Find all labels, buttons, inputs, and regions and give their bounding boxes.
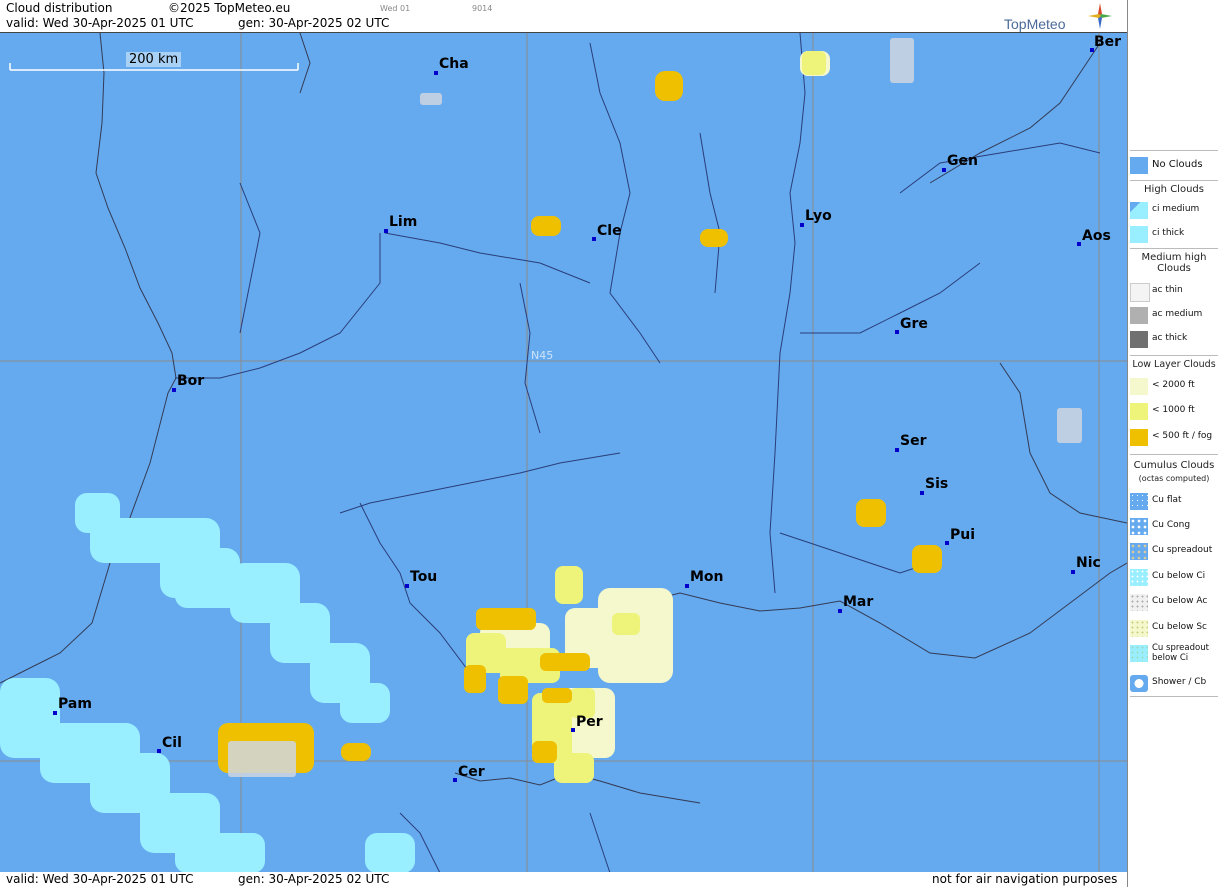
low-500-label: < 500 ft / fog <box>1152 431 1213 441</box>
ac-thick-swatch <box>1130 331 1148 348</box>
legend-cu-below-ci: Cu below Ci <box>1128 566 1219 588</box>
city-label-lyo: Lyo <box>805 208 832 224</box>
ci-medium-swatch <box>1130 202 1148 219</box>
cu-below-sc-swatch <box>1130 620 1148 637</box>
gen-time: gen: 30-Apr-2025 02 UTC <box>238 16 390 30</box>
footer-gen: gen: 30-Apr-2025 02 UTC <box>238 872 390 886</box>
city-label-pam: Pam <box>58 696 92 712</box>
city-label-tou: Tou <box>410 569 438 585</box>
legend-low-500: < 500 ft / fog <box>1128 426 1219 448</box>
low-500-swatch <box>1130 429 1148 446</box>
cu-flat-swatch <box>1130 493 1148 510</box>
ci-thick-label: ci thick <box>1152 228 1185 238</box>
cu-below-ci-swatch <box>1130 569 1148 586</box>
legend-medium-title: Medium high Clouds <box>1141 252 1207 274</box>
city-label-mar: Mar <box>843 594 874 610</box>
legend-low-1000: < 1000 ft <box>1128 400 1219 422</box>
city-label-bor: Bor <box>177 373 205 389</box>
cu-cong-label: Cu Cong <box>1152 520 1191 530</box>
city-label-gen: Gen <box>947 153 978 169</box>
city-label-lim: Lim <box>389 214 418 230</box>
code-label: 9014 <box>472 4 493 13</box>
legend-ac-medium: ac medium <box>1128 304 1219 326</box>
legend-cu-title: Cumulus Clouds <box>1133 460 1215 471</box>
map-title: Cloud distribution <box>6 1 113 15</box>
map-header: Cloud distribution ©2025 TopMeteo.eu val… <box>0 0 1127 32</box>
low-1000-label: < 1000 ft <box>1152 405 1195 415</box>
valid-time: valid: Wed 30-Apr-2025 01 UTC <box>6 16 194 30</box>
ac-thick-label: ac thick <box>1152 333 1188 343</box>
scale-label: 200 km <box>126 52 182 67</box>
legend-cu-flat: Cu flat <box>1128 490 1219 512</box>
ci-medium-label: ci medium <box>1152 204 1200 214</box>
legend-no-clouds: No Clouds <box>1128 154 1219 176</box>
coastlines <box>0 33 1127 804</box>
ac-medium-swatch <box>1130 307 1148 324</box>
topmeteo-logo: TopMeteo <box>1001 2 1121 32</box>
cirrus-clouds <box>0 493 415 873</box>
compass-icon <box>1088 3 1112 29</box>
shower-cb-icon <box>1130 675 1148 692</box>
city-label-cle: Cle <box>597 223 622 239</box>
city-label-ber: Ber <box>1094 34 1122 50</box>
city-label-sis: Sis <box>925 476 949 492</box>
legend-panel: No Clouds High Clouds ci medium ci thick… <box>1127 0 1219 887</box>
city-label-per: Per <box>576 714 603 730</box>
map-footer: valid: Wed 30-Apr-2025 01 UTC gen: 30-Ap… <box>0 872 1127 887</box>
cu-cong-swatch <box>1130 518 1148 535</box>
legend-cu-cong: Cu Cong <box>1128 515 1219 537</box>
low-2000-label: < 2000 ft <box>1152 380 1195 390</box>
legend-low-2000: < 2000 ft <box>1128 375 1219 397</box>
low-1000-swatch <box>1130 403 1148 420</box>
footer-valid: valid: Wed 30-Apr-2025 01 UTC <box>6 872 194 886</box>
cu-below-sc-label: Cu below Sc <box>1152 622 1207 632</box>
latitude-label: N45 <box>531 349 554 362</box>
logo-text: TopMeteo <box>1004 16 1066 32</box>
cu-spread-ci-label: Cu spreadout below Ci <box>1152 643 1209 663</box>
ac-thin-label: ac thin <box>1152 285 1183 295</box>
cu-below-ac-label: Cu below Ac <box>1152 596 1208 606</box>
cu-below-ac-swatch <box>1130 594 1148 611</box>
legend-ci-medium: ci medium <box>1128 199 1219 221</box>
city-label-cil: Cil <box>162 735 182 751</box>
legend-cu-spread-ci: Cu spreadout below Ci <box>1128 642 1219 670</box>
cu-spread-swatch <box>1130 543 1148 560</box>
city-label-cha: Cha <box>439 56 469 72</box>
cu-spread-label: Cu spreadout <box>1152 545 1213 555</box>
ac-thin-swatch <box>1130 283 1150 302</box>
city-label-mon: Mon <box>690 569 724 585</box>
legend-ci-thick: ci thick <box>1128 223 1219 245</box>
legend-cu-below-sc: Cu below Sc <box>1128 617 1219 639</box>
legend-ac-thick: ac thick <box>1128 328 1219 350</box>
city-label-gre: Gre <box>900 316 928 332</box>
no-clouds-label: No Clouds <box>1152 159 1203 170</box>
footer-disclaimer: not for air navigation purposes <box>932 872 1118 886</box>
ci-thick-swatch <box>1130 226 1148 243</box>
city-label-pui: Pui <box>950 527 976 543</box>
ac-medium-label: ac medium <box>1152 309 1203 319</box>
no-clouds-swatch <box>1130 157 1148 174</box>
legend-ac-thin: ac thin <box>1128 280 1219 302</box>
cloud-map[interactable]: 200 km N45 Cha Ber Gen Lim Cle Lyo Aos G… <box>0 32 1127 873</box>
copyright: ©2025 TopMeteo.eu <box>168 1 291 15</box>
cu-below-ci-label: Cu below Ci <box>1152 571 1206 581</box>
legend-low-title: Low Layer Clouds <box>1132 359 1216 370</box>
shower-label: Shower / Cb <box>1152 677 1207 687</box>
city-label-aos: Aos <box>1082 228 1111 244</box>
city-label-nic: Nic <box>1076 555 1101 571</box>
legend-high-title: High Clouds <box>1144 184 1204 195</box>
run-label: Wed 01 <box>380 4 411 13</box>
legend-cu-subtitle: (octas computed) <box>1138 474 1210 483</box>
cu-spread-ci-swatch <box>1130 645 1148 662</box>
city-label-ser: Ser <box>900 433 927 449</box>
cu-flat-label: Cu flat <box>1152 495 1182 505</box>
legend-cu-spread: Cu spreadout <box>1128 540 1219 562</box>
legend-shower: Shower / Cb <box>1128 672 1219 694</box>
legend-cu-below-ac: Cu below Ac <box>1128 591 1219 613</box>
low-2000-swatch <box>1130 378 1148 395</box>
city-label-cer: Cer <box>458 764 485 780</box>
